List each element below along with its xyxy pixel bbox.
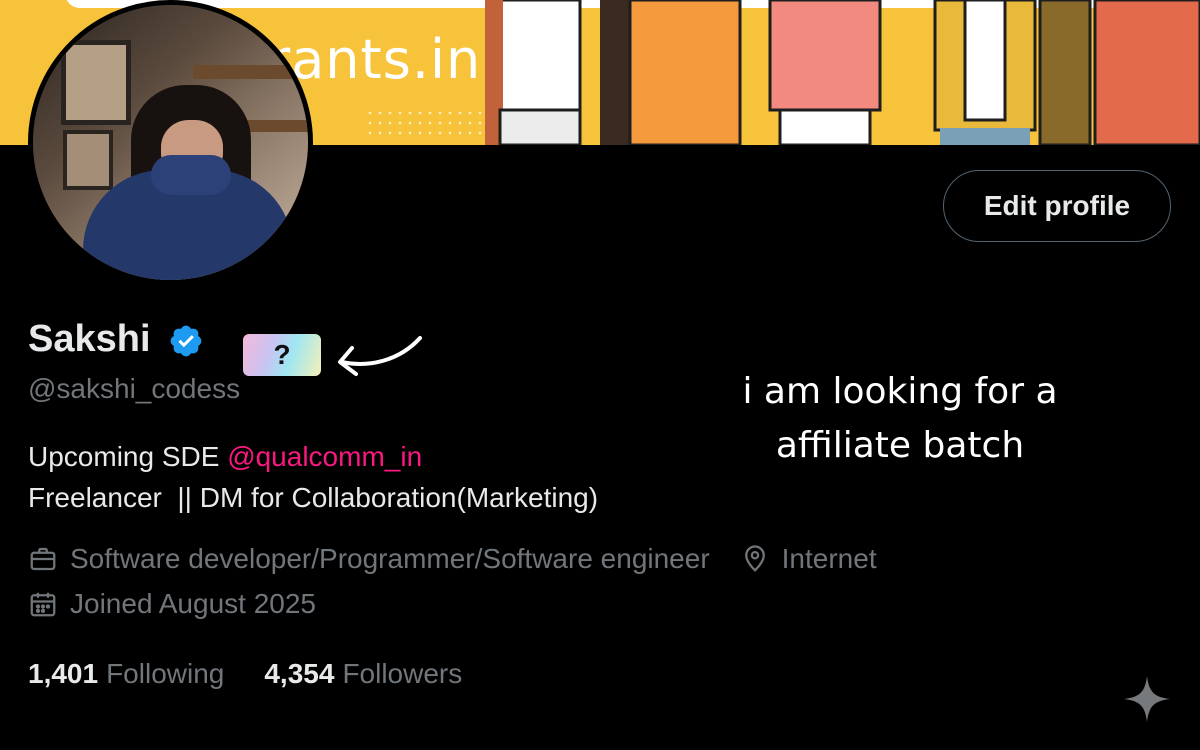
following-label: Following — [106, 658, 225, 689]
bio-line: Upcoming SDE @qualcomm_in — [28, 436, 598, 477]
bio-text: Upcoming SDE — [28, 441, 228, 472]
profile-name: Sakshi — [28, 318, 151, 360]
overlay-note-line: i am looking for a — [742, 371, 1058, 412]
following-link[interactable]: 1,401 Following — [28, 658, 224, 690]
sparkle-icon — [1124, 676, 1170, 722]
profile-handle: @sakshi_codess — [28, 373, 241, 404]
avatar-photo-shelf — [193, 65, 308, 79]
verified-icon[interactable] — [168, 323, 204, 359]
profile-meta-row: Joined August 2025 — [28, 588, 316, 620]
following-count: 1,401 — [28, 658, 99, 689]
location-icon — [744, 545, 765, 572]
followers-label: Followers — [342, 658, 463, 689]
profile-meta-row: Software developer/Programmer/Software e… — [28, 543, 877, 575]
overlay-note: i am looking for a affiliate batch — [700, 365, 1100, 473]
mention-link[interactable]: @qualcomm_in — [227, 441, 422, 472]
profile-joined: Joined August 2025 — [70, 588, 316, 619]
profile-category: Software developer/Programmer/Software e… — [70, 543, 710, 574]
mystery-badge: ? — [243, 334, 321, 376]
bio-line: Freelancer || DM for Collaboration(Marke… — [28, 482, 599, 513]
arrow-icon — [338, 336, 422, 376]
avatar-photo-frame — [61, 40, 131, 125]
calendar-icon — [30, 592, 56, 617]
overlay-note-line: affiliate batch — [775, 425, 1025, 466]
profile-location: Internet — [781, 543, 877, 574]
avatar-photo-hands — [151, 155, 231, 195]
avatar-photo-frame — [63, 130, 113, 190]
profile-stats: 1,401 Following 4,354 Followers — [28, 658, 502, 690]
followers-link[interactable]: 4,354 Followers — [264, 658, 462, 690]
briefcase-icon — [30, 547, 56, 571]
edit-profile-button[interactable]: Edit profile — [943, 170, 1171, 242]
avatar[interactable] — [28, 0, 313, 285]
profile-bio: Upcoming SDE @qualcomm_in Freelancer || … — [28, 436, 598, 518]
followers-count: 4,354 — [264, 658, 335, 689]
